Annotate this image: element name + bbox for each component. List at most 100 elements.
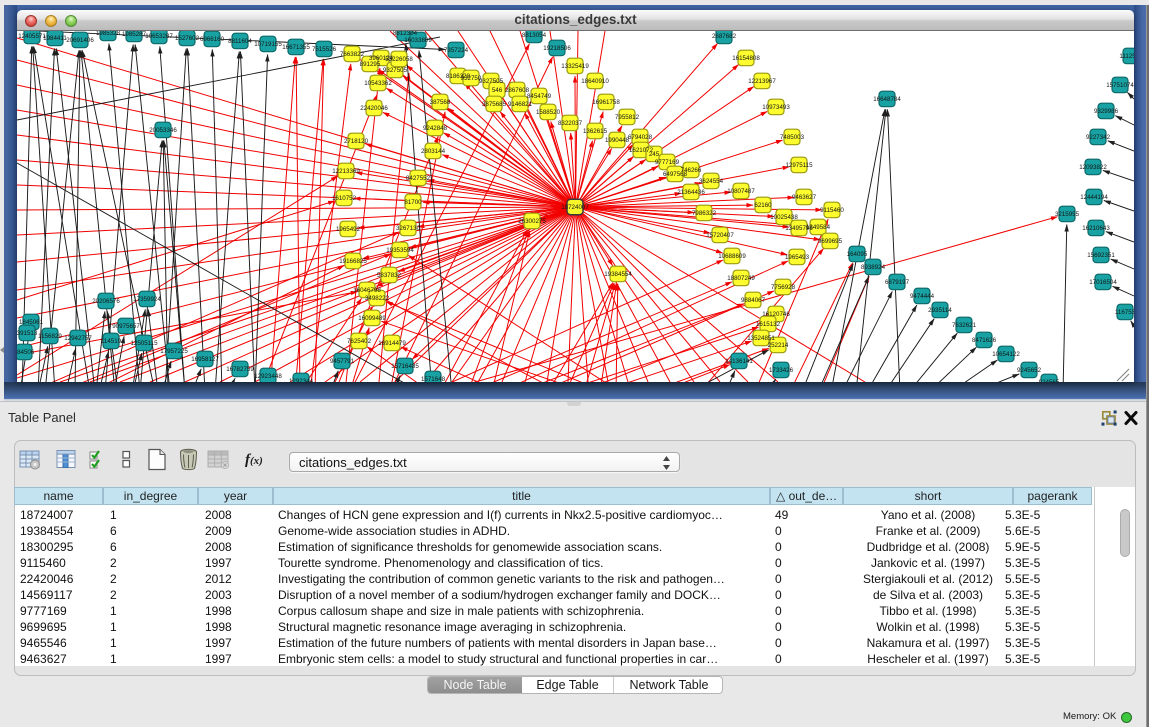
svg-text:15716485: 15716485	[391, 363, 419, 370]
svg-text:7625402: 7625402	[347, 338, 372, 345]
svg-text:20206576: 20206576	[92, 298, 120, 305]
svg-text:8471626: 8471626	[972, 337, 997, 344]
svg-text:13524851: 13524851	[747, 335, 775, 342]
svg-text:9884067: 9884067	[741, 297, 766, 304]
svg-text:9115460: 9115460	[820, 207, 844, 214]
svg-text:17359924: 17359924	[133, 296, 161, 303]
svg-text:1845061: 1845061	[19, 319, 44, 326]
svg-text:1733426: 1733426	[769, 367, 794, 374]
svg-text:6966160: 6966160	[200, 36, 225, 43]
svg-text:5837832: 5837832	[377, 272, 402, 279]
svg-text:12923448: 12923448	[254, 373, 282, 380]
svg-text:387568: 387568	[430, 99, 451, 106]
svg-text:6497568: 6497568	[663, 171, 688, 178]
svg-text:7663822: 7663822	[340, 51, 365, 58]
svg-text:3215955: 3215955	[1055, 211, 1080, 218]
svg-text:16154808: 16154808	[732, 55, 760, 62]
svg-text:16671355: 16671355	[282, 44, 310, 51]
svg-text:7986322: 7986322	[692, 210, 717, 217]
svg-text:12405571: 12405571	[18, 33, 46, 40]
svg-text:18640910: 18640910	[581, 78, 609, 85]
svg-text:10025438: 10025438	[770, 214, 798, 221]
svg-text:9245652: 9245652	[1017, 367, 1042, 374]
svg-text:924565: 924565	[1039, 379, 1060, 382]
svg-text:8938924: 8938924	[861, 264, 886, 271]
svg-text:8427552: 8427552	[406, 175, 431, 182]
svg-text:8813054: 8813054	[522, 32, 547, 39]
svg-text:1349584: 1349584	[806, 224, 831, 231]
svg-text:12942757: 12942757	[64, 335, 92, 342]
svg-text:62160: 62160	[754, 202, 772, 209]
svg-text:9699695: 9699695	[818, 238, 843, 245]
svg-text:16210643: 16210643	[1082, 225, 1110, 232]
svg-text:26300275: 26300275	[518, 218, 546, 225]
svg-text:7756928: 7756928	[771, 284, 796, 291]
svg-text:391513: 391513	[17, 330, 38, 337]
svg-text:10807487: 10807487	[727, 188, 755, 195]
svg-text:1527602: 1527602	[175, 35, 200, 42]
svg-text:1571648: 1571648	[421, 376, 446, 382]
svg-text:12093822: 12093822	[1079, 164, 1107, 171]
svg-text:19353594: 19353594	[386, 247, 414, 254]
svg-text:1965493: 1965493	[785, 254, 810, 261]
svg-text:1985287: 1985287	[122, 31, 147, 38]
svg-text:16648784: 16648784	[873, 96, 901, 103]
svg-text:7357224: 7357224	[444, 47, 469, 54]
svg-text:9777169: 9777169	[655, 159, 680, 166]
svg-text:1362615: 1362615	[583, 128, 608, 135]
svg-text:9327505: 9327505	[479, 78, 504, 85]
svg-text:10543362: 10543362	[364, 80, 392, 87]
svg-text:891295: 891295	[360, 61, 381, 68]
svg-text:9457791: 9457791	[330, 358, 355, 365]
svg-text:2803144: 2803144	[421, 148, 446, 155]
svg-text:114519: 114519	[101, 338, 122, 345]
svg-text:9242848: 9242848	[423, 125, 448, 132]
svg-text:17957225: 17957225	[160, 348, 188, 355]
svg-text:16782759: 16782759	[226, 366, 254, 373]
svg-text:2867608: 2867608	[505, 87, 530, 94]
svg-text:13325419: 13325419	[561, 63, 589, 70]
svg-text:6794028: 6794028	[628, 134, 653, 141]
svg-text:1112544: 1112544	[1119, 53, 1134, 60]
svg-text:9474444: 9474444	[910, 293, 935, 300]
svg-text:22420046: 22420046	[360, 105, 388, 112]
svg-text:12444194: 12444194	[1080, 194, 1108, 201]
svg-text:21364436: 21364436	[677, 189, 705, 196]
svg-text:7955812: 7955812	[615, 114, 640, 121]
svg-text:245: 245	[649, 151, 660, 158]
svg-text:9329986: 9329986	[1094, 108, 1119, 115]
svg-text:1610752: 1610752	[332, 195, 357, 202]
svg-text:18724007: 18724007	[561, 204, 589, 211]
svg-text:2687682: 2687682	[712, 33, 737, 40]
svg-text:3267130: 3267130	[396, 225, 421, 232]
svg-text:20053346: 20053346	[149, 127, 177, 134]
svg-text:90975657: 90975657	[112, 323, 140, 330]
svg-text:1588520: 1588520	[536, 109, 561, 116]
svg-text:10653287: 10653287	[145, 33, 173, 40]
svg-text:252214: 252214	[768, 342, 789, 349]
svg-text:19166825: 19166825	[339, 258, 367, 265]
svg-text:9327505: 9327505	[383, 67, 408, 74]
svg-text:20691406: 20691406	[66, 37, 94, 44]
svg-text:16914479: 16914479	[378, 340, 406, 347]
svg-text:19218506: 19218506	[543, 45, 571, 52]
svg-text:1985328: 1985328	[96, 31, 121, 37]
svg-text:53226058: 53226058	[385, 56, 413, 63]
svg-text:12975115: 12975115	[785, 162, 813, 169]
svg-text:116753: 116753	[1115, 309, 1134, 316]
svg-text:7632621: 7632621	[952, 322, 977, 329]
svg-text:10973493: 10973493	[762, 104, 790, 111]
svg-text:7485003: 7485003	[780, 134, 805, 141]
svg-text:9227342: 9227342	[1086, 134, 1111, 141]
svg-text:2935114: 2935114	[928, 307, 952, 314]
svg-text:1984411: 1984411	[43, 35, 67, 42]
svg-text:6879197: 6879197	[885, 279, 910, 286]
svg-text:16120746: 16120746	[762, 311, 790, 318]
svg-text:18807249: 18807249	[727, 275, 755, 282]
svg-text:1615132: 1615132	[756, 321, 781, 328]
svg-text:3875685: 3875685	[482, 101, 507, 108]
svg-text:10719155: 10719155	[254, 41, 282, 48]
svg-text:16046798: 16046798	[353, 287, 381, 294]
svg-text:12213369: 12213369	[332, 168, 360, 175]
svg-text:9463627: 9463627	[792, 194, 817, 201]
